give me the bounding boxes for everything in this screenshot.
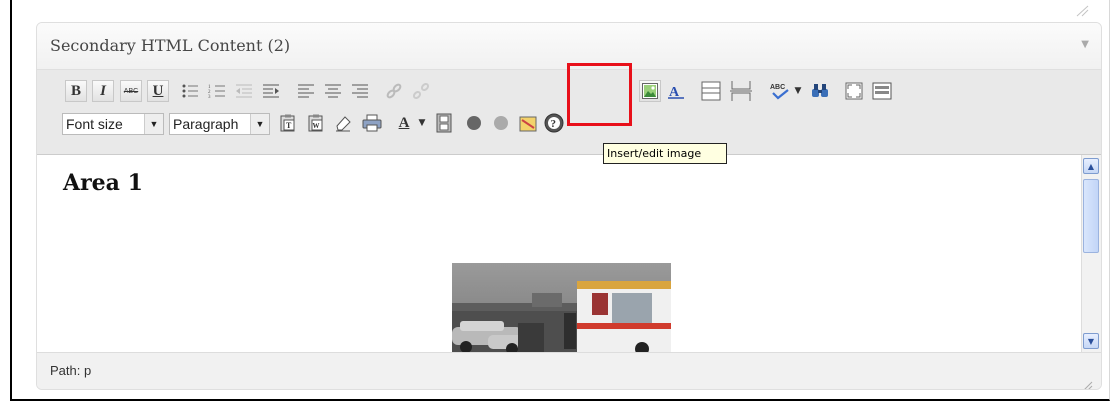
panel-title: Secondary HTML Content (2) — [50, 36, 291, 55]
svg-text:T: T — [286, 121, 292, 130]
insert-media-button[interactable] — [433, 112, 455, 134]
paste-text-button[interactable]: T — [277, 112, 299, 134]
bold-icon: B — [70, 82, 81, 99]
align-center-icon — [325, 84, 341, 98]
scroll-down-icon[interactable]: ▼ — [1083, 333, 1099, 349]
insert-image-highlight-box — [567, 63, 632, 126]
insert-image-button[interactable] — [639, 80, 661, 102]
content-heading: Area 1 — [63, 170, 143, 196]
ambulance-accident-photo[interactable] — [452, 263, 671, 352]
outdent-icon — [236, 84, 252, 98]
find-button[interactable] — [809, 80, 831, 102]
chevron-down-icon: ▼ — [144, 114, 163, 134]
insert-more-button[interactable] — [700, 80, 722, 102]
text-color-dropdown-icon[interactable]: ▼ — [416, 113, 428, 133]
anchor-button[interactable]: A — [665, 80, 687, 102]
outdent-button[interactable] — [233, 80, 255, 102]
element-path: Path: p — [50, 363, 92, 378]
spellcheck-button[interactable]: ABC — [768, 80, 792, 102]
svg-text:3: 3 — [208, 95, 211, 100]
svg-text:?: ? — [551, 118, 557, 130]
eraser-icon — [336, 116, 351, 132]
page-break-button[interactable] — [730, 80, 752, 102]
editor-scrollbar[interactable]: ▲ ▼ — [1081, 155, 1101, 352]
redo-icon — [494, 116, 508, 130]
unlink-button[interactable] — [410, 80, 432, 102]
redo-button[interactable] — [490, 112, 512, 134]
indent-icon — [263, 84, 279, 98]
undo-button[interactable] — [463, 112, 485, 134]
paste-word-icon: W — [308, 114, 323, 132]
svg-text:W: W — [313, 122, 320, 130]
text-color-button[interactable]: A — [393, 112, 415, 134]
fullscreen-icon — [845, 82, 863, 100]
collapse-toggle-icon[interactable]: ▼ — [1081, 39, 1089, 50]
underline-button[interactable]: U — [147, 80, 169, 102]
printer-icon — [362, 114, 382, 132]
bullet-list-button[interactable] — [179, 80, 201, 102]
page-break-icon — [701, 81, 721, 101]
underline-icon: U — [152, 82, 164, 99]
binoculars-icon — [812, 84, 828, 97]
anchor-icon: A — [668, 85, 684, 100]
italic-button[interactable]: I — [92, 80, 114, 102]
bold-button[interactable]: B — [65, 80, 87, 102]
page-break-icon — [730, 81, 752, 101]
font-size-label: Font size — [66, 116, 123, 132]
editor-resize-grip-icon[interactable] — [1083, 376, 1093, 389]
align-right-icon — [352, 84, 368, 98]
format-select[interactable]: Paragraph ▼ — [169, 113, 270, 135]
italic-icon: I — [100, 82, 106, 99]
resize-grip-icon[interactable] — [1075, 2, 1089, 17]
special-character-button[interactable] — [517, 112, 539, 134]
insert-link-button[interactable] — [383, 80, 405, 102]
paste-text-icon: T — [280, 114, 295, 132]
unlink-icon — [412, 82, 430, 100]
special-character-icon — [519, 116, 537, 132]
insert-image-tooltip: Insert/edit image — [603, 143, 727, 164]
format-label: Paragraph — [173, 116, 239, 132]
toolbar-toggle-icon — [872, 82, 892, 100]
remove-format-button[interactable] — [332, 112, 354, 134]
strikethrough-button[interactable]: ABC — [120, 80, 142, 102]
strikethrough-icon: ABC — [123, 87, 139, 95]
spellcheck-dropdown-icon[interactable]: ▼ — [792, 81, 804, 101]
film-icon — [436, 113, 452, 133]
align-left-button[interactable] — [295, 80, 317, 102]
spellcheck-icon: ABC — [770, 84, 789, 100]
align-right-button[interactable] — [349, 80, 371, 102]
scroll-thumb[interactable] — [1083, 179, 1099, 253]
print-button[interactable] — [361, 112, 383, 134]
indent-button[interactable] — [260, 80, 282, 102]
scroll-up-icon[interactable]: ▲ — [1083, 158, 1099, 174]
align-left-icon — [298, 84, 314, 98]
numbered-list-icon: 123 — [208, 85, 225, 100]
help-icon: ? — [544, 113, 564, 133]
editor-content-area[interactable]: Area 1 ▲ ▼ — [37, 155, 1101, 353]
help-button[interactable]: ? — [543, 112, 565, 134]
font-size-select[interactable]: Font size ▼ — [62, 113, 164, 135]
fullscreen-button[interactable] — [843, 80, 865, 102]
bullet-list-icon — [182, 84, 198, 98]
numbered-list-button[interactable]: 123 — [206, 80, 228, 102]
align-center-button[interactable] — [322, 80, 344, 102]
paste-word-button[interactable]: W — [305, 112, 327, 134]
chevron-down-icon: ▼ — [250, 114, 269, 134]
link-icon — [386, 83, 402, 99]
kitchen-sink-button[interactable] — [871, 80, 893, 102]
text-color-icon: A — [398, 114, 410, 131]
undo-icon — [467, 116, 481, 130]
image-icon — [642, 83, 658, 99]
editor-statusbar: Path: p — [37, 353, 1101, 389]
svg-text:ABC: ABC — [770, 84, 785, 91]
